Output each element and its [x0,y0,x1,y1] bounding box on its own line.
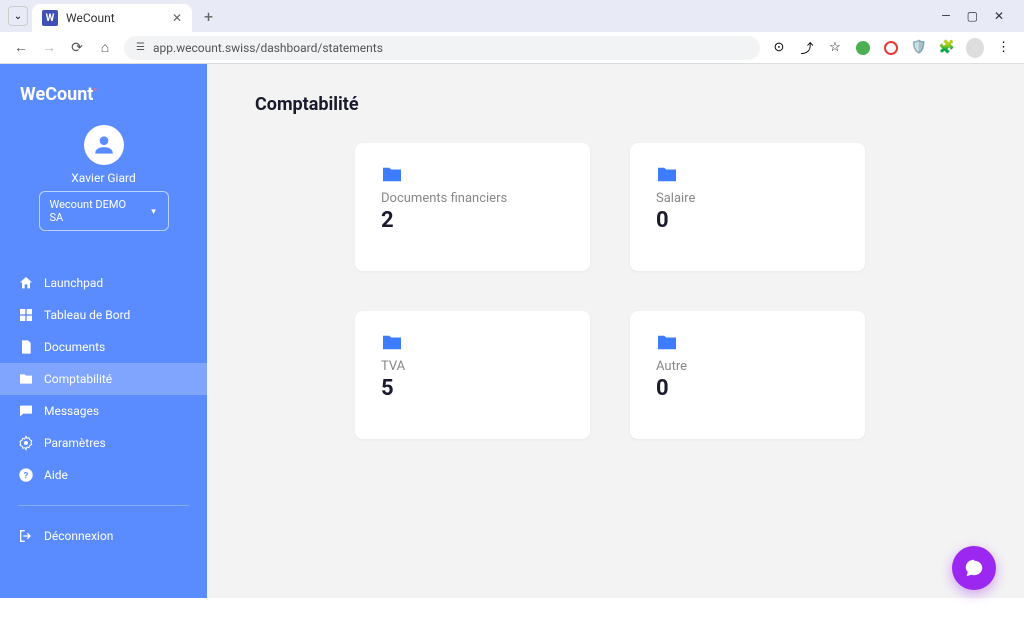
folder-icon [656,333,678,351]
share-icon[interactable]: ⤴ [798,39,816,57]
extension-icon-3[interactable]: 🛡️ [910,39,928,57]
card-grid: Documents financiers 2 Salaire 0 TVA 5 A… [355,143,976,439]
card-count: 5 [381,376,564,401]
forward-button[interactable]: → [40,39,58,57]
document-icon [18,339,34,355]
nav-label: Aide [44,468,68,482]
company-name: Wecount DEMO SA [50,198,138,224]
nav-divider [18,505,189,506]
card-salary[interactable]: Salaire 0 [630,143,865,271]
url-text: app.wecount.swiss/dashboard/statements [153,41,383,55]
address-bar: ← → ⟳ ⌂ ☰ app.wecount.swiss/dashboard/st… [0,32,1024,63]
sidebar: WeCount• Xavier Giard Wecount DEMO SA ▼ … [0,64,207,598]
home-icon [18,275,34,291]
folder-icon [381,165,403,183]
chat-icon [963,557,985,579]
nav-label: Déconnexion [44,529,113,543]
extensions-menu-icon[interactable]: 🧩 [938,39,956,57]
minimize-icon[interactable]: — [941,9,950,23]
back-button[interactable]: ← [12,39,30,57]
tab-close-icon[interactable]: ✕ [172,11,182,25]
app-logo: WeCount• [0,76,207,121]
card-label: Salaire [656,191,839,206]
tab-search-dropdown[interactable]: ⌄ [8,6,28,26]
nav-label: Comptabilité [44,372,112,386]
browser-chrome: ⌄ W WeCount ✕ + — ▢ ✕ ← → ⟳ ⌂ ☰ app.weco… [0,0,1024,64]
nav-label: Documents [44,340,105,354]
nav-label: Messages [44,404,99,418]
card-other[interactable]: Autre 0 [630,311,865,439]
card-label: Autre [656,359,839,374]
window-controls: — ▢ ✕ [941,9,1016,23]
company-selector[interactable]: Wecount DEMO SA ▼ [39,191,169,231]
nav-launchpad[interactable]: Launchpad [0,267,207,299]
nav-accounting[interactable]: Comptabilité [0,363,207,395]
dashboard-icon [18,307,34,323]
nav-label: Tableau de Bord [44,308,130,322]
nav-help[interactable]: ? Aide [0,459,207,491]
card-count: 2 [381,208,564,233]
logout-icon [18,528,34,544]
home-button[interactable]: ⌂ [96,39,114,57]
card-count: 0 [656,376,839,401]
help-icon: ? [18,467,34,483]
tab-title: WeCount [66,11,164,25]
message-icon [18,403,34,419]
card-financial-documents[interactable]: Documents financiers 2 [355,143,590,271]
card-count: 0 [656,208,839,233]
browser-menu-icon[interactable]: ⋮ [994,39,1012,57]
url-input[interactable]: ☰ app.wecount.swiss/dashboard/statements [124,36,760,60]
chat-fab[interactable] [952,546,996,590]
folder-icon [381,333,403,351]
folder-icon [18,371,34,387]
chevron-down-icon: ▼ [150,207,158,216]
nav-messages[interactable]: Messages [0,395,207,427]
profile-name: Xavier Giard [71,171,135,185]
card-label: TVA [381,359,564,374]
gear-icon [18,435,34,451]
main-content: Comptabilité Documents financiers 2 Sala… [207,64,1024,598]
maximize-icon[interactable]: ▢ [967,9,978,23]
nav-settings[interactable]: Paramètres [0,427,207,459]
extension-icon-1[interactable] [854,39,872,57]
tab-favicon: W [42,10,58,26]
profile-section: Xavier Giard Wecount DEMO SA ▼ [0,121,207,247]
bookmark-icon[interactable]: ☆ [826,39,844,57]
card-vat[interactable]: TVA 5 [355,311,590,439]
page-title: Comptabilité [255,94,976,115]
nav-logout[interactable]: Déconnexion [0,520,207,552]
site-info-icon[interactable]: ☰ [136,42,145,53]
close-window-icon[interactable]: ✕ [994,9,1004,23]
nav-label: Launchpad [44,276,103,290]
tab-bar: ⌄ W WeCount ✕ + — ▢ ✕ [0,0,1024,32]
profile-avatar-icon[interactable] [966,39,984,57]
toolbar-icons: ⊙ ⤴ ☆ 🛡️ 🧩 ⋮ [770,39,1012,57]
browser-tab[interactable]: W WeCount ✕ [32,4,192,32]
card-label: Documents financiers [381,191,564,206]
nav-label: Paramètres [44,436,106,450]
extension-icon-2[interactable] [882,39,900,57]
nav-documents[interactable]: Documents [0,331,207,363]
password-icon[interactable]: ⊙ [770,39,788,57]
app-container: WeCount• Xavier Giard Wecount DEMO SA ▼ … [0,64,1024,598]
reload-button[interactable]: ⟳ [68,39,86,57]
nav-dashboard[interactable]: Tableau de Bord [0,299,207,331]
sidebar-nav: Launchpad Tableau de Bord Documents Comp… [0,267,207,552]
avatar-icon [84,125,124,165]
svg-text:?: ? [24,470,29,481]
folder-icon [656,165,678,183]
new-tab-button[interactable]: + [196,7,221,26]
